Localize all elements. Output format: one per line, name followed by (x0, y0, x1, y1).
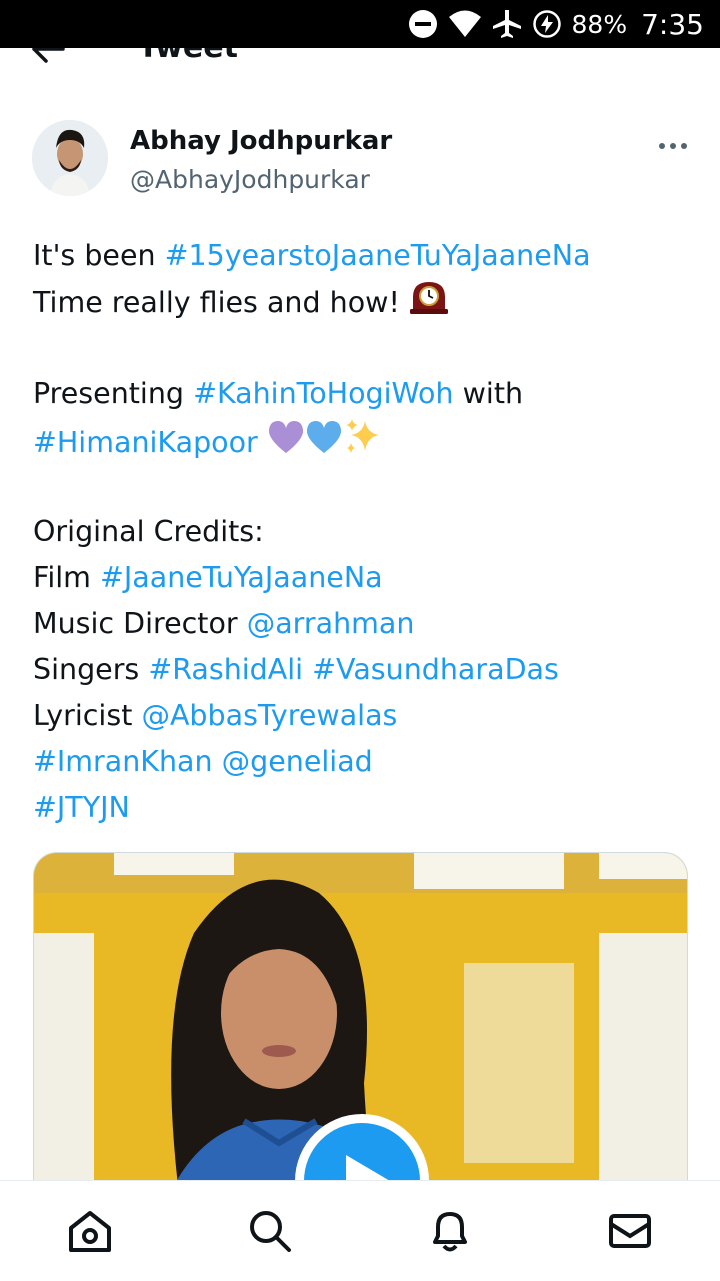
tweet-line: Lyricist @AbbasTyrewalas (33, 693, 688, 739)
text-segment (213, 745, 222, 778)
text-segment: Film (33, 561, 100, 594)
tweet-line: Original Credits: (33, 509, 688, 555)
mention-link[interactable]: @AbbasTyrewalas (141, 699, 397, 732)
text-segment: Lyricist (33, 699, 142, 732)
avatar[interactable] (32, 120, 108, 196)
text-segment: Music Director (33, 607, 247, 640)
hashtag-link[interactable]: #VasundharaDas (312, 653, 559, 686)
clock: 7:35 (641, 7, 704, 41)
hashtag-link[interactable]: #RashidAli (148, 653, 303, 686)
text-segment: Original Credits: (33, 515, 264, 548)
battery-charging-icon (532, 9, 562, 39)
tweet-line: Singers #RashidAli #VasundharaDas (33, 647, 688, 693)
tweet-line: Presenting #KahinToHogiWoh with (33, 371, 688, 417)
hashtag-link[interactable]: #KahinToHogiWoh (193, 377, 453, 410)
mention-link[interactable]: @arrahman (247, 607, 415, 640)
search-icon[interactable] (230, 1191, 310, 1271)
text-segment: Singers (33, 653, 149, 686)
wifi-icon (448, 10, 482, 38)
text-segment: Presenting (33, 377, 194, 410)
author-handle[interactable]: @AbhayJodhpurkar (130, 165, 370, 194)
airplane-icon (492, 9, 522, 39)
dnd-icon (408, 9, 438, 39)
hashtag-link[interactable]: #HimaniKapoor (33, 426, 258, 459)
top-header: Tweet (0, 48, 720, 72)
text-segment: with (453, 377, 524, 410)
tweet-line: Music Director @arrahman (33, 601, 688, 647)
tweet-line: #ImranKhan @geneliad (33, 739, 688, 785)
arrow-left-icon[interactable] (32, 48, 66, 68)
text-segment (303, 653, 312, 686)
hashtag-link[interactable]: #JaaneTuYaJaaneNa (100, 561, 383, 594)
tweet-text: It's been #15yearstoJaaneTuYaJaaneNa Tim… (33, 233, 688, 831)
tweet-line: It's been #15yearstoJaaneTuYaJaaneNa (33, 233, 688, 279)
notifications-icon[interactable] (410, 1191, 490, 1271)
bottom-nav (0, 1180, 720, 1281)
home-icon[interactable] (50, 1191, 130, 1271)
video-thumbnail[interactable] (33, 852, 688, 1232)
mention-link[interactable]: @geneliad (222, 745, 373, 778)
tweet-line: #JTYJN (33, 785, 688, 831)
author-name[interactable]: Abhay Jodhpurkar (130, 126, 392, 156)
text-segment: Time really flies and how! (33, 286, 409, 319)
hashtag-link[interactable]: #ImranKhan (33, 745, 213, 778)
tweet-line: Time really flies and how! (33, 279, 688, 325)
blue-heart-emoji (305, 419, 343, 469)
tweet-author: Abhay Jodhpurkar @AbhayJodhpurkar (32, 120, 692, 200)
purple-heart-emoji (267, 419, 305, 469)
more-horizontal-icon[interactable] (658, 136, 688, 155)
hashtag-link[interactable]: #15yearstoJaaneTuYaJaaneNa (165, 239, 591, 272)
tweet-line: #HimaniKapoor (33, 417, 688, 463)
battery-percentage: 88% (571, 9, 628, 39)
status-bar: 88% 7:35 (0, 0, 720, 48)
sparkles-emoji (343, 417, 383, 471)
hashtag-link[interactable]: #JTYJN (33, 791, 130, 824)
text-segment: It's been (33, 239, 165, 272)
page-title: Tweet (138, 48, 238, 65)
messages-icon[interactable] (590, 1191, 670, 1271)
mantelpiece-clock-emoji (409, 279, 449, 329)
tweet-line: Film #JaaneTuYaJaaneNa (33, 555, 688, 601)
